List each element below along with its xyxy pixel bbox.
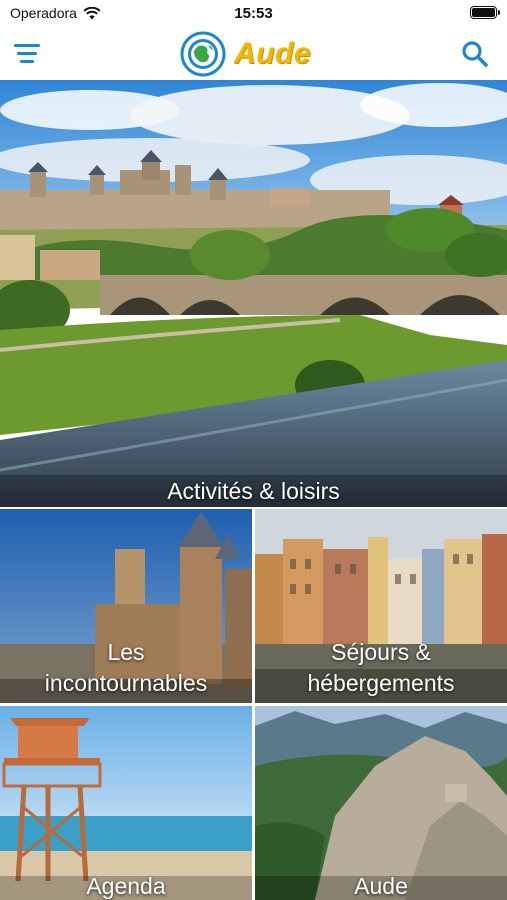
tile-label: Séjours & hébergements bbox=[255, 637, 507, 699]
tile-label-line1: Séjours & bbox=[331, 639, 431, 665]
tile-label-line2: hébergements bbox=[307, 670, 455, 696]
search-icon[interactable] bbox=[461, 40, 489, 68]
menu-icon bbox=[14, 43, 40, 47]
tile-label: Aude bbox=[354, 873, 408, 899]
tile-activites-loisirs[interactable]: Activités & loisirs bbox=[0, 80, 507, 507]
tile-label-line2: incontournables bbox=[44, 670, 208, 696]
globe-logo-icon bbox=[180, 31, 226, 77]
tile-label-line1: Les bbox=[107, 639, 145, 665]
tile-incontournables[interactable]: Les incontournables bbox=[0, 509, 252, 703]
status-bar: Operadora 15:53 bbox=[0, 0, 507, 28]
tile-label: Activités & loisirs bbox=[167, 478, 340, 504]
tile-label: Les incontournables bbox=[0, 637, 252, 699]
clock: 15:53 bbox=[234, 5, 273, 22]
menu-button[interactable] bbox=[14, 38, 50, 68]
tile-agenda[interactable]: Agenda bbox=[0, 706, 252, 900]
brand: Aude bbox=[180, 30, 311, 78]
tile-label: Agenda bbox=[86, 873, 166, 899]
carcassonne-photo bbox=[0, 80, 507, 507]
tile-aude[interactable]: Aude bbox=[255, 706, 507, 900]
tile-sejours-hebergements[interactable]: Séjours & hébergements bbox=[255, 509, 507, 703]
nav-bar: Aude bbox=[0, 28, 507, 80]
battery-icon bbox=[470, 6, 500, 19]
app-title: Aude bbox=[234, 37, 311, 70]
